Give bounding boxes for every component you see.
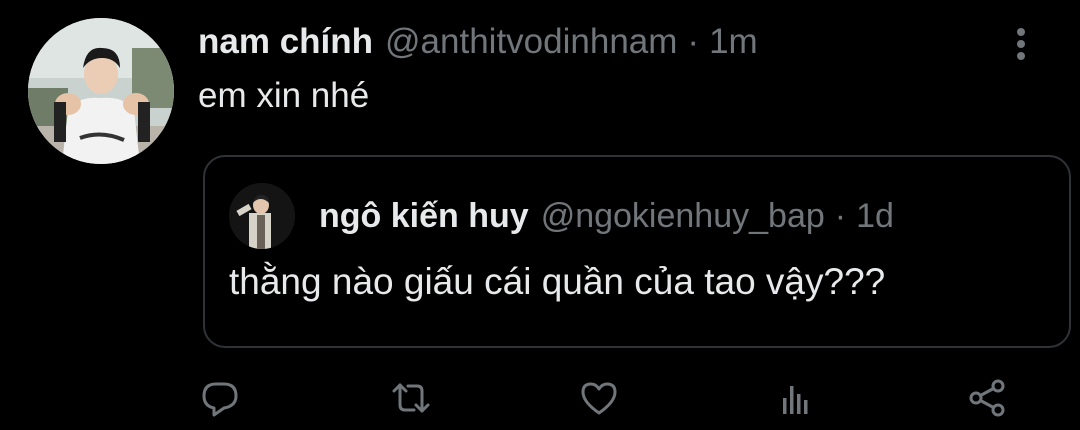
author-name[interactable]: nam chính <box>198 22 373 62</box>
quoted-author-handle: @ngokienhuy_bap <box>540 197 825 235</box>
share-icon <box>969 379 1005 417</box>
author-handle[interactable]: @anthitvodinhnam <box>385 22 677 62</box>
analytics-button[interactable] <box>774 376 818 420</box>
more-dot <box>1017 28 1025 36</box>
reply-button[interactable] <box>198 376 242 420</box>
quoted-author-name: ngô kiến huy <box>319 197 529 235</box>
author-avatar[interactable] <box>28 18 174 164</box>
tweet-timestamp[interactable]: 1m <box>709 22 758 62</box>
analytics-icon <box>783 386 808 414</box>
quoted-tweet[interactable]: ngô kiến huy @ngokienhuy_bap · 1d thằng … <box>203 155 1071 348</box>
more-dot <box>1017 52 1025 60</box>
separator: · <box>834 197 847 235</box>
quoted-tweet-text: thằng nào giấu cái quần của tao vậy??? <box>229 261 886 302</box>
like-icon <box>581 382 617 415</box>
separator: · <box>687 22 700 61</box>
tweet-text: em xin nhé <box>198 76 370 115</box>
quoted-author-avatar-image <box>229 183 295 249</box>
author-avatar-image <box>28 18 174 164</box>
quoted-tweet-timestamp: 1d <box>856 197 894 235</box>
like-button[interactable] <box>577 376 621 420</box>
more-options-icon[interactable] <box>1004 24 1038 64</box>
more-dot <box>1017 40 1025 48</box>
share-button[interactable] <box>966 376 1010 420</box>
tweet-header: nam chính @anthitvodinhnam · 1m <box>198 22 758 68</box>
quoted-tweet-header: ngô kiến huy @ngokienhuy_bap · 1d <box>319 197 894 236</box>
reply-icon <box>202 382 238 417</box>
retweet-icon <box>392 383 430 413</box>
tweet[interactable]: nam chính @anthitvodinhnam · 1m em xin n… <box>0 0 1080 430</box>
quoted-author-avatar[interactable] <box>229 183 295 249</box>
retweet-button[interactable] <box>389 376 433 420</box>
tweet-actions <box>0 376 1080 420</box>
